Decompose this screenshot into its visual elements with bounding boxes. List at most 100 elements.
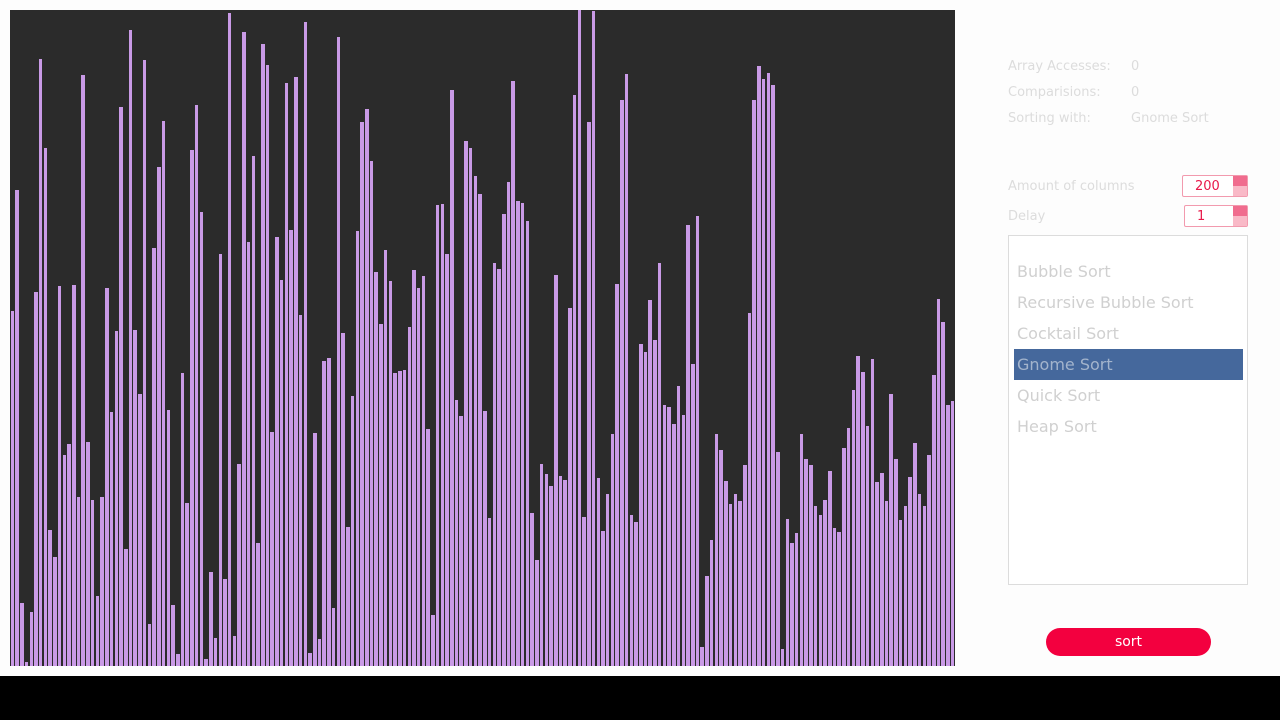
array-bar [38,59,43,666]
stats-panel: Array Accesses: 0 Comparisions: 0 Sortin… [1008,59,1248,137]
array-bar [672,424,676,666]
array-bar [327,358,331,666]
array-bar [747,313,752,666]
array-bar [67,444,71,666]
array-bar [856,356,860,666]
array-bar [29,612,34,666]
array-bar [804,459,808,666]
array-bar [757,66,761,666]
algorithm-option-cocktail-sort[interactable]: Cocktail Sort [1014,318,1243,349]
array-bar [407,327,412,666]
array-bar [431,615,435,666]
array-bar [544,474,549,666]
array-bar [412,270,416,666]
array-bar [190,150,194,666]
comparisons-label: Comparisions: [1008,85,1101,100]
array-bar [303,22,308,666]
array-bar [459,416,463,666]
array-bar [86,442,90,666]
array-bar [809,465,813,666]
columns-increment-icon[interactable] [1233,176,1247,186]
array-bar [681,415,686,666]
array-bar [691,364,695,666]
array-bar [379,324,383,666]
array-bar [48,530,52,666]
array-bar [941,322,945,666]
array-bar [478,194,482,666]
columns-control: Amount of columns 200 [1008,175,1248,199]
array-bar [435,205,440,666]
array-bar [95,596,100,666]
array-bar [705,576,709,666]
array-bar [851,390,856,666]
array-bar [15,190,19,666]
array-bar [596,478,601,666]
array-bar [742,465,747,666]
array-bar [539,464,544,666]
algorithm-option-heap-sort[interactable]: Heap Sort [1014,411,1243,442]
array-bar [695,216,700,666]
delay-increment-icon[interactable] [1233,206,1247,216]
array-bar [634,522,638,666]
array-bar [620,100,624,666]
array-bar [799,434,804,666]
array-bar [20,603,24,666]
array-bar [194,105,199,666]
array-bar [138,394,142,666]
algorithm-option-recursive-bubble-sort[interactable]: Recursive Bubble Sort [1014,287,1243,318]
array-bar [643,352,648,666]
array-bar [298,315,303,666]
array-bar [265,65,270,666]
array-bar [931,375,936,666]
sorting-with-row: Sorting with: Gnome Sort [1008,111,1248,137]
array-bar [487,518,492,666]
array-bar [416,288,421,666]
array-bar [818,515,823,666]
array-bar [624,74,629,666]
delay-spinner[interactable] [1233,206,1247,226]
sorting-with-value: Gnome Sort [1131,111,1209,126]
array-bar [251,156,256,666]
array-bar [520,203,525,666]
array-bar [908,477,912,666]
columns-spinner[interactable] [1233,176,1247,196]
array-bar [261,44,265,666]
array-bar [62,455,67,666]
array-bar [213,638,218,666]
columns-input[interactable]: 200 [1182,175,1248,197]
array-bar [464,141,468,666]
array-bar [81,75,85,666]
array-bar [648,300,652,666]
array-bar [317,639,322,666]
array-bar [270,432,274,666]
array-bar [832,528,837,666]
array-bar [776,452,780,666]
array-bar [284,83,289,666]
array-bar [152,248,156,666]
array-bar [388,281,393,666]
array-bar [185,503,189,666]
algorithm-option-gnome-sort[interactable]: Gnome Sort [1014,349,1243,380]
delay-label: Delay [1008,209,1046,224]
sorting-visualizer-app: Array Accesses: 0 Comparisions: 0 Sortin… [0,0,1280,676]
array-bar [709,540,714,666]
delay-input[interactable]: 1 [1184,205,1248,227]
algorithm-list[interactable]: Bubble Sort Recursive Bubble Sort Cockta… [1008,235,1248,585]
array-bar [676,386,681,666]
array-bar [209,572,213,666]
array-bar [780,649,785,666]
array-bar [927,455,931,666]
array-bar [142,60,147,666]
comparisons-value: 0 [1131,85,1140,100]
algorithm-option-quick-sort[interactable]: Quick Sort [1014,380,1243,411]
array-bar [124,549,128,666]
algorithm-option-bubble-sort[interactable]: Bubble Sort [1014,256,1243,287]
array-bar [402,370,407,666]
array-bar [605,494,610,666]
array-bar [842,448,846,666]
array-bar [355,231,360,666]
array-bar [147,624,152,666]
sort-button[interactable]: sort [1046,628,1211,656]
array-bar [917,494,922,666]
array-bar [794,533,799,666]
